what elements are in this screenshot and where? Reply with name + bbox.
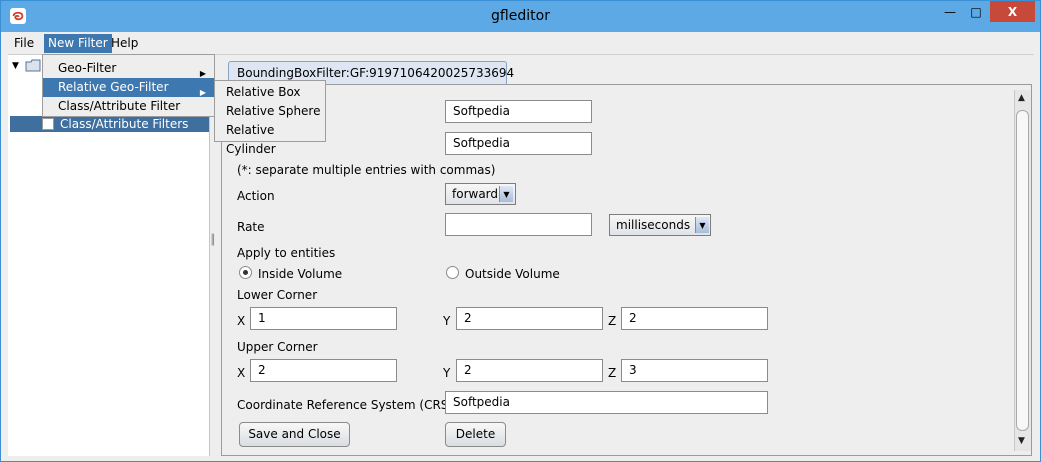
name-field[interactable]: Softpedia bbox=[445, 100, 592, 123]
delete-button[interactable]: Delete bbox=[445, 422, 506, 447]
menu-item-relative-geo-filter[interactable]: Relative Geo-Filter ▶ bbox=[43, 78, 214, 97]
window-title: gfleditor bbox=[491, 8, 550, 24]
menu-bar: File New Filter Help bbox=[8, 32, 1034, 54]
upper-y-input[interactable]: 2 bbox=[456, 359, 603, 382]
crs-input[interactable]: Softpedia bbox=[445, 391, 768, 414]
upper-z-input[interactable]: 3 bbox=[621, 359, 768, 382]
lower-x-label: X bbox=[237, 314, 246, 328]
lower-y-input[interactable]: 2 bbox=[456, 307, 603, 330]
outside-volume-radio[interactable] bbox=[446, 266, 459, 279]
action-select[interactable]: forward ▼ bbox=[445, 183, 516, 205]
submenu-item-relative-cylinder[interactable]: Relative Cylinder bbox=[215, 121, 325, 156]
menu-help[interactable]: Help bbox=[107, 34, 142, 53]
chevron-down-icon[interactable]: ▼ bbox=[499, 186, 513, 202]
relative-geo-filter-submenu: Relative Box Relative Sphere Relative Cy… bbox=[214, 80, 326, 156]
rate-unit-value: milliseconds bbox=[616, 218, 691, 232]
chevron-down-icon[interactable]: ▼ bbox=[695, 217, 709, 233]
folder-icon bbox=[25, 59, 41, 72]
tree-expand-icon[interactable]: ▼ bbox=[12, 61, 19, 71]
close-button[interactable]: X bbox=[990, 1, 1035, 22]
rate-label: Rate bbox=[237, 220, 265, 234]
scroll-down-icon[interactable]: ▼ bbox=[1018, 436, 1025, 446]
submenu-item-relative-box[interactable]: Relative Box bbox=[215, 83, 325, 102]
upper-z-label: Z bbox=[608, 366, 617, 380]
title-bar[interactable]: gfleditor — □ X bbox=[1, 1, 1040, 32]
lower-z-label: Z bbox=[608, 314, 617, 328]
action-value: forward bbox=[452, 187, 499, 201]
crs-label: Coordinate Reference System (CRS) bbox=[237, 398, 454, 412]
inside-volume-radio[interactable] bbox=[239, 266, 252, 279]
upper-x-input[interactable]: 2 bbox=[250, 359, 397, 382]
upper-y-label: Y bbox=[443, 366, 451, 380]
outside-volume-label: Outside Volume bbox=[465, 267, 560, 281]
menu-new-filter[interactable]: New Filter bbox=[44, 34, 112, 53]
minimize-button[interactable]: — bbox=[937, 1, 963, 22]
menu-item-relative-geo-filter-label: Relative Geo-Filter bbox=[58, 80, 169, 94]
comma-note: (*: separate multiple entries with comma… bbox=[237, 163, 496, 177]
app-window: gfleditor — □ X File New Filter Help ▼ C… bbox=[0, 0, 1041, 462]
tree-label-class-attribute-filters: Class/Attribute Filters bbox=[60, 117, 189, 131]
action-label: Action bbox=[237, 189, 275, 203]
lower-y-label: Y bbox=[443, 314, 451, 328]
menu-item-geo-filter[interactable]: Geo-Filter ▶ bbox=[43, 59, 214, 78]
menu-item-geo-filter-label: Geo-Filter bbox=[58, 61, 117, 75]
new-filter-menu: Geo-Filter ▶ Relative Geo-Filter ▶ Class… bbox=[42, 54, 215, 117]
rate-unit-select[interactable]: milliseconds ▼ bbox=[609, 214, 711, 236]
scrollbar-thumb[interactable] bbox=[1016, 110, 1029, 431]
scroll-up-icon[interactable]: ▲ bbox=[1018, 93, 1025, 103]
maximize-button[interactable]: □ bbox=[963, 1, 989, 22]
upper-corner-label: Upper Corner bbox=[237, 340, 318, 354]
entity-field[interactable]: Softpedia bbox=[445, 132, 592, 155]
apply-to-entities-label: Apply to entities bbox=[237, 246, 336, 260]
menu-file[interactable]: File bbox=[10, 34, 38, 53]
save-and-close-button[interactable]: Save and Close bbox=[239, 422, 350, 447]
tree-checkbox[interactable] bbox=[42, 118, 54, 130]
filter-editor-panel: Softpedia Softpedia (*: separate multipl… bbox=[221, 84, 1032, 456]
lower-x-input[interactable]: 1 bbox=[250, 307, 397, 330]
menu-item-class-attribute-filter[interactable]: Class/Attribute Filter bbox=[43, 97, 214, 116]
lower-corner-label: Lower Corner bbox=[237, 288, 318, 302]
splitter-handle[interactable]: ║ bbox=[210, 235, 216, 265]
lower-z-input[interactable]: 2 bbox=[621, 307, 768, 330]
submenu-item-relative-sphere[interactable]: Relative Sphere bbox=[215, 102, 325, 121]
upper-x-label: X bbox=[237, 366, 246, 380]
rate-input[interactable] bbox=[445, 213, 592, 236]
inside-volume-label: Inside Volume bbox=[258, 267, 343, 281]
